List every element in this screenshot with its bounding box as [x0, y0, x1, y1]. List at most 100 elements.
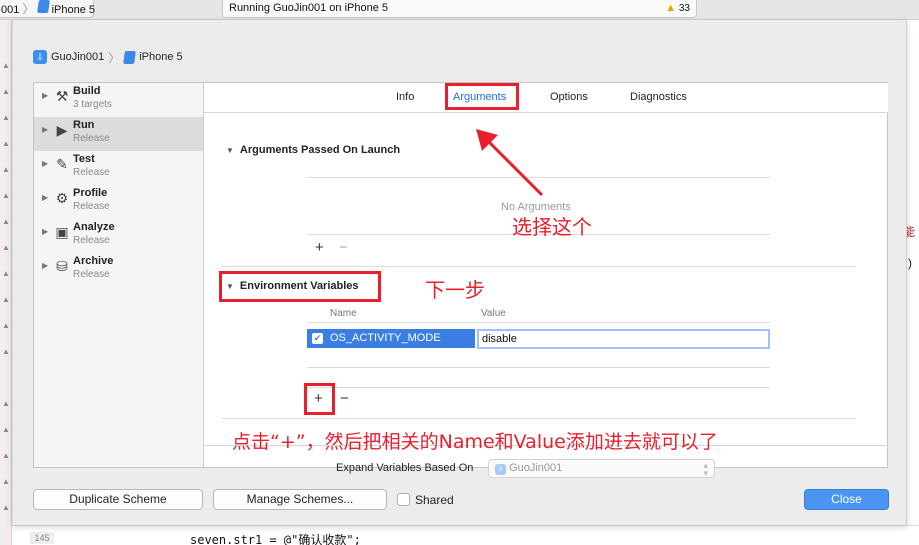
- breadcrumb-project[interactable]: GuoJin001: [51, 51, 104, 63]
- device-name: iPhone 5: [51, 4, 95, 16]
- divider: [222, 418, 856, 419]
- gutter-marker-icon: ▲: [2, 503, 10, 512]
- add-variable-button[interactable]: +: [314, 391, 323, 406]
- gutter-marker-icon: ▲: [2, 61, 10, 70]
- gutter-marker-icon: ▲: [2, 217, 10, 226]
- divider: [307, 367, 770, 368]
- env-enabled-checkbox[interactable]: ✔: [312, 333, 323, 344]
- line-number: 145: [30, 532, 54, 544]
- divider: [307, 322, 770, 323]
- activity-status: Running GuoJin001 on iPhone 5 ▲ 33: [222, 0, 697, 18]
- duplicate-scheme-button[interactable]: Duplicate Scheme: [33, 489, 203, 510]
- sidebar-item-sublabel: Release: [73, 269, 110, 280]
- scheme-editor-sheet: ⇩ GuoJin001 〉 iPhone 5 ▶ ⚒ Build 3 targe…: [12, 20, 907, 525]
- disclosure-icon[interactable]: ▶: [42, 125, 48, 134]
- env-value-field[interactable]: disable: [477, 329, 770, 349]
- sidebar-item-archive[interactable]: ▶ ⛁ Archive Release: [34, 253, 203, 287]
- wrench-icon: ✎: [56, 156, 68, 172]
- sidebar-item-label: Archive: [73, 255, 114, 267]
- code-editor-line: [12, 525, 919, 545]
- analyze-icon: ▣: [55, 224, 69, 240]
- add-argument-button[interactable]: +: [315, 240, 324, 255]
- disclosure-down-icon: ▼: [226, 146, 234, 155]
- sidebar-item-sublabel: Release: [73, 201, 110, 212]
- sidebar-item-label: Profile: [73, 187, 108, 199]
- gutter-marker-icon: ▲: [2, 269, 10, 278]
- gutter-marker-icon: ▲: [2, 295, 10, 304]
- disclosure-icon[interactable]: ▶: [42, 227, 48, 236]
- section-title: Environment Variables: [239, 280, 359, 292]
- gutter-marker-icon: ▲: [2, 139, 10, 148]
- shared-checkbox[interactable]: [397, 493, 410, 506]
- disclosure-icon[interactable]: ▶: [42, 91, 48, 100]
- breadcrumb-device[interactable]: iPhone 5: [139, 51, 182, 63]
- warning-badge[interactable]: ▲ 33: [665, 0, 690, 17]
- disclosure-icon[interactable]: ▶: [42, 261, 48, 270]
- warning-icon: ▲: [665, 2, 677, 14]
- gutter-marker-icon: ▲: [2, 321, 10, 330]
- chevron-updown-icon: ▴ ▾: [703, 460, 708, 478]
- sidebar-item-label: Analyze: [73, 221, 115, 233]
- sidebar-item-sublabel: Release: [73, 235, 110, 246]
- editor-text-fragment: ): [908, 256, 912, 270]
- sidebar-item-run[interactable]: ▶ ▶ Run Release: [34, 117, 203, 151]
- section-title: Arguments Passed On Launch: [239, 144, 401, 156]
- sidebar-item-test[interactable]: ▶ ✎ Test Release: [34, 151, 203, 185]
- app-target-icon: ⇩: [33, 50, 47, 64]
- manage-schemes-button[interactable]: Manage Schemes...: [213, 489, 387, 510]
- gutter-marker-icon: ▲: [2, 191, 10, 200]
- disclosure-icon[interactable]: ▶: [42, 193, 48, 202]
- expand-label: Expand Variables Based On: [336, 462, 474, 474]
- warning-count: 33: [678, 3, 690, 14]
- shared-label: Shared: [415, 493, 454, 507]
- sidebar-item-sublabel: Release: [73, 167, 110, 178]
- annotation-arrow-shaft: [480, 133, 544, 197]
- code-line: seven.str1 = @"确认收款";: [190, 533, 361, 545]
- sidebar-item-sublabel: Release: [73, 133, 110, 144]
- remove-variable-button[interactable]: −: [340, 391, 349, 406]
- tab-options[interactable]: Options: [550, 91, 588, 103]
- expand-variables-popup[interactable]: ⇩ GuoJin001 ▴ ▾: [488, 459, 715, 478]
- editor-right-area: 能 ): [903, 20, 919, 525]
- scheme-panel: ▶ ⚒ Build 3 targets ▶ ▶ Run Release ▶ ✎ …: [33, 82, 888, 478]
- annotation-highlight-box: [445, 83, 519, 110]
- gutter-marker-icon: ▲: [2, 425, 10, 434]
- annotation-next-step: 下一步: [425, 278, 485, 302]
- disclosure-down-icon: ▼: [226, 282, 234, 291]
- sidebar-item-build[interactable]: ▶ ⚒ Build 3 targets: [34, 83, 203, 117]
- scheme-suffix: 001: [1, 4, 20, 16]
- annotation-arrow: [476, 129, 544, 197]
- scheme-content: Info Arguments Options Diagnostics ▼ Argu…: [204, 83, 888, 478]
- chevron-right-icon: 〉: [22, 2, 35, 16]
- hammer-icon: ⚒: [55, 88, 69, 104]
- tab-info[interactable]: Info: [396, 91, 414, 103]
- sidebar-item-profile[interactable]: ▶ ⚙ Profile Release: [34, 185, 203, 219]
- arguments-section-header[interactable]: ▼ Arguments Passed On Launch: [226, 144, 400, 156]
- gutter-marker-icon: ▲: [2, 113, 10, 122]
- sidebar-item-label: Test: [73, 153, 95, 165]
- environment-section-header[interactable]: ▼ Environment Variables: [226, 280, 359, 292]
- disclosure-icon[interactable]: ▶: [42, 159, 48, 168]
- tab-diagnostics[interactable]: Diagnostics: [630, 91, 687, 103]
- app-target-icon: ⇩: [495, 464, 506, 475]
- env-name-cell[interactable]: OS_ACTIVITY_MODE: [330, 332, 441, 344]
- column-header-name[interactable]: Name: [330, 308, 357, 319]
- sidebar-item-analyze[interactable]: ▶ ▣ Analyze Release: [34, 219, 203, 253]
- gutter-marker-icon: ▲: [2, 243, 10, 252]
- close-button[interactable]: Close: [804, 489, 889, 510]
- gutter-marker-icon: ▲: [2, 451, 10, 460]
- column-header-value[interactable]: Value: [481, 308, 506, 319]
- sidebar-item-sublabel: 3 targets: [73, 99, 112, 110]
- annotation-instruction: 点击“+”，然后把相关的Name和Value添加进去就可以了: [232, 431, 718, 453]
- editor-gutter: ▲ ▲ ▲ ▲ ▲ ▲ ▲ ▲ ▲ ▲ ▲ ▲ ▲ ▲ ▲ ▲ ▲: [0, 20, 12, 545]
- tab-bar: Info Arguments Options Diagnostics: [204, 83, 888, 113]
- scheme-selector[interactable]: 001 〉 iPhone 5: [0, 0, 95, 18]
- gutter-marker-icon: ▲: [2, 165, 10, 174]
- gutter-marker-icon: ▲: [2, 347, 10, 356]
- breadcrumb: ⇩ GuoJin001 〉 iPhone 5: [33, 50, 183, 65]
- annotation-select-this: 选择这个: [512, 215, 592, 239]
- xcode-window: 001 〉 iPhone 5 Running GuoJin001 on iPho…: [0, 0, 919, 545]
- remove-argument-button[interactable]: −: [339, 240, 348, 255]
- device-icon: [123, 50, 137, 64]
- sidebar-item-label: Run: [73, 119, 95, 131]
